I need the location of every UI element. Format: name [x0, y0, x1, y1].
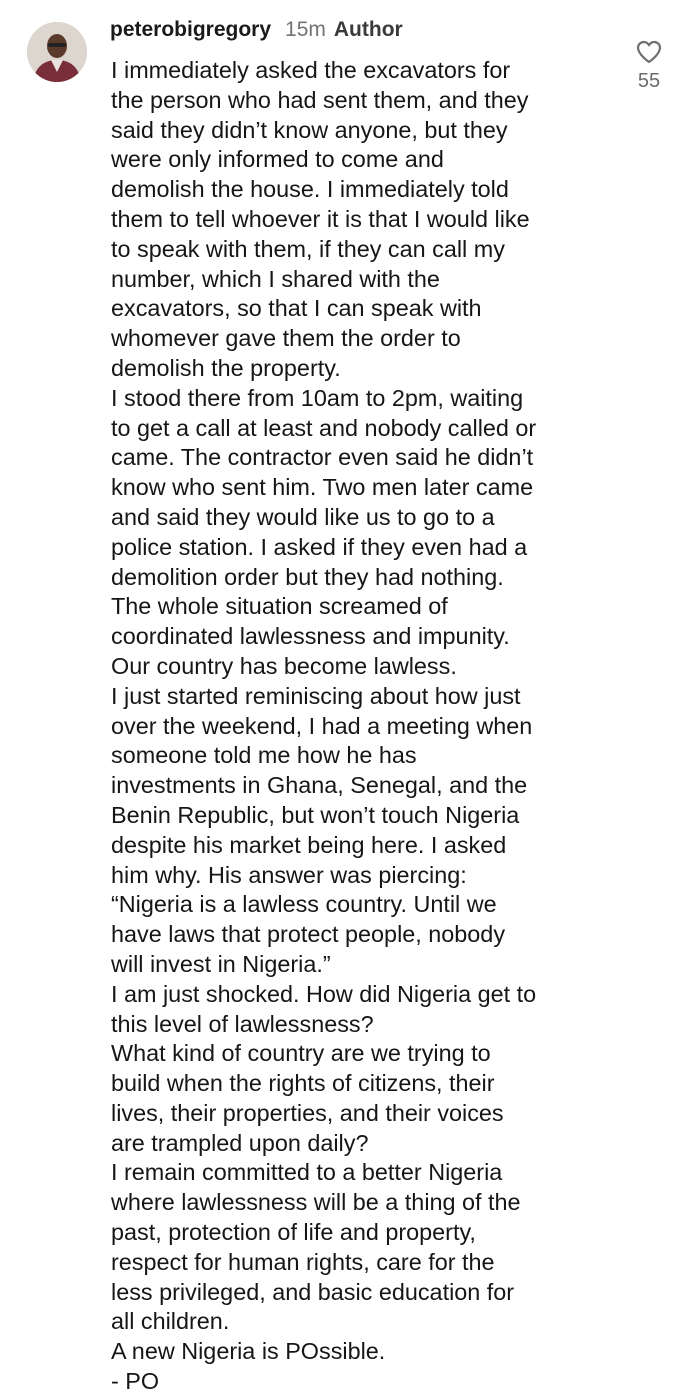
author-badge: Author	[333, 18, 403, 41]
comment-text-line: him why. His answer was piercing:	[111, 861, 467, 888]
comment-text-line: coordinated lawlessness and impunity.	[111, 623, 510, 650]
comment-text-line: the person who had sent them, and they	[111, 86, 529, 113]
comment-text-line: will invest in Nigeria.”	[111, 950, 331, 977]
comment-header: peterobigregory 15m Author	[110, 18, 403, 48]
comment-text-line: police station. I asked if they even had…	[111, 533, 528, 560]
comment-text-line: have laws that protect people, nobody	[111, 921, 506, 948]
comment-text-line: demolish the property.	[111, 354, 341, 381]
comment-text-line: over the weekend, I had a meeting when	[111, 712, 533, 739]
comment-text-line: were only informed to come and	[111, 146, 444, 173]
comment-text-line: What kind of country are we trying to	[111, 1040, 491, 1067]
username-link[interactable]: peterobigregory	[110, 18, 271, 42]
like-control: 55	[624, 40, 674, 93]
comment-text-line: demolish the house. I immediately told	[111, 176, 509, 203]
comment-text-line: less privileged, and basic education for	[111, 1278, 515, 1305]
comment-text-line: whomever gave them the order to	[111, 325, 461, 352]
comment-text-line: where lawlessness will be a thing of the	[111, 1189, 521, 1216]
comment-text-line: A new Nigeria is POssible.	[111, 1338, 386, 1365]
comment-text-line: said they didn’t know anyone, but they	[111, 116, 508, 143]
timestamp: 15m	[285, 18, 326, 41]
comment-thread-item: peterobigregory 15m Author I immediately…	[0, 0, 696, 1394]
comment-text-line: - PO	[111, 1368, 160, 1395]
comment-text-line: I remain committed to a better Nigeria	[111, 1159, 503, 1186]
comment-text-line: to speak with them, if they can call my	[111, 235, 505, 262]
comment-text-line: Benin Republic, but won’t touch Nigeria	[111, 801, 520, 828]
comment-text-line: investments in Ghana, Senegal, and the	[111, 772, 528, 799]
heart-outline-icon[interactable]	[636, 40, 662, 64]
comment-text-line: The whole situation screamed of	[111, 593, 448, 620]
comment-text-line: came. The contractor even said he didn’t	[111, 444, 534, 471]
comment-text-line: number, which I shared with the	[111, 265, 440, 292]
comment-text-line: excavators, so that I can speak with	[111, 295, 482, 322]
comment-text-line: “Nigeria is a lawless country. Until we	[111, 891, 497, 918]
comment-text-line: them to tell whoever it is that I would …	[111, 205, 530, 232]
comment-text-line: despite his market being here. I asked	[111, 831, 507, 858]
like-count: 55	[637, 70, 661, 92]
comment-body: I immediately asked the excavators for th…	[111, 56, 616, 1397]
comment-text-line: someone told me how he has	[111, 742, 417, 769]
profile-photo	[27, 22, 87, 82]
comment-text-line: I just started reminiscing about how jus…	[111, 682, 521, 709]
comment-text-line: Our country has become lawless.	[111, 652, 457, 679]
comment-text-line: know who sent him. Two men later came	[111, 474, 534, 501]
avatar[interactable]	[27, 22, 87, 82]
comment-text-line: lives, their properties, and their voice…	[111, 1099, 504, 1126]
comment-text-line: to get a call at least and nobody called…	[111, 414, 537, 441]
comment-text-line: build when the rights of citizens, their	[111, 1070, 495, 1097]
comment-text-line: and said they would like us to go to a	[111, 503, 495, 530]
comment-text-line: I immediately asked the excavators for	[111, 57, 511, 83]
comment-text-line: I stood there from 10am to 2pm, waiting	[111, 384, 524, 411]
comment-text-line: are trampled upon daily?	[111, 1129, 369, 1156]
comment-text-line: this level of lawlessness?	[111, 1010, 374, 1037]
comment-text-line: past, protection of life and property,	[111, 1219, 476, 1246]
comment-text-line: all children.	[111, 1308, 230, 1335]
comment-text-line: demolition order but they had nothing.	[111, 563, 504, 590]
comment-text-line: respect for human rights, care for the	[111, 1248, 495, 1275]
comment-text-line: I am just shocked. How did Nigeria get t…	[111, 980, 537, 1007]
